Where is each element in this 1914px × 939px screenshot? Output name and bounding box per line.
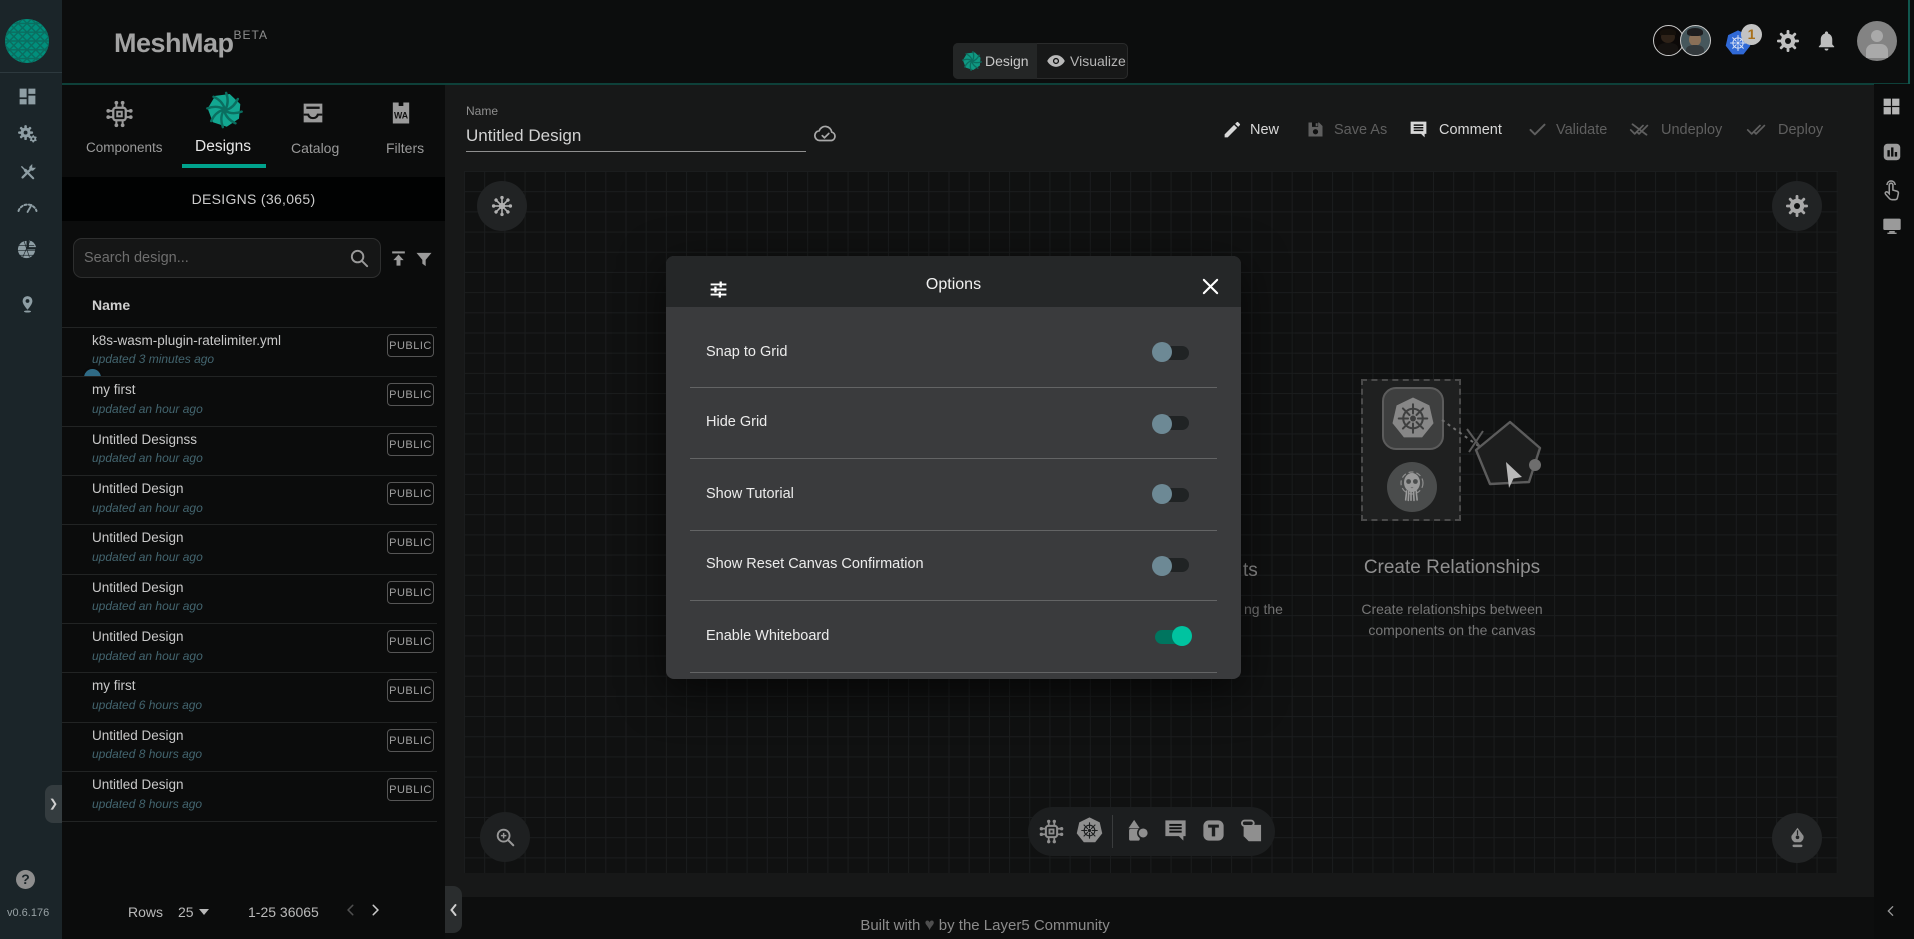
svg-text:WA: WA [394,110,409,120]
